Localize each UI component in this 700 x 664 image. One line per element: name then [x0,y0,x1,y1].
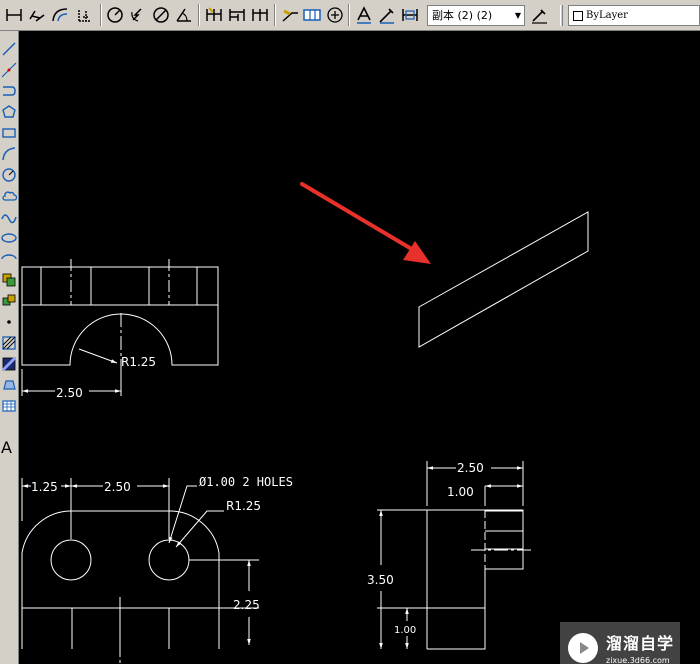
side-overall-height-dimension: 3.50 [367,573,394,587]
front-view [21,259,219,396]
baseline-dimension-icon[interactable] [227,5,247,25]
make-block-icon[interactable] [1,293,17,309]
arc-icon[interactable] [1,146,17,162]
radius-dimension-icon[interactable] [105,5,125,25]
watermark-title: 溜溜自学 [606,634,675,653]
insert-block-icon[interactable] [1,272,17,288]
region-icon[interactable] [1,377,17,393]
red-arrow-annotation [300,182,431,264]
holes-note-label: Ø1.00 2 HOLES [199,475,293,489]
dimension-update-icon[interactable] [400,5,420,25]
drawing-canvas[interactable]: R1.25 2.50 1.25 2.50 Ø1.00 2 HOLES R1.25… [19,31,700,664]
side-slot-width-dimension: 1.00 [447,485,474,499]
top-view [21,478,259,664]
gradient-icon[interactable] [1,356,17,372]
chevron-down-icon: ▼ [514,11,521,20]
quick-leader-icon[interactable] [280,5,300,25]
ellipse-arc-icon[interactable] [1,251,17,267]
dimension-edit-icon[interactable] [354,5,374,25]
watermark-url: zixue.3d66.com [606,656,670,664]
front-radius-label: R1.25 [121,355,156,369]
color-swatch-icon [573,10,583,21]
hatch-icon[interactable] [1,335,17,351]
continue-dimension-icon[interactable] [250,5,270,25]
toolbar-separator [274,4,276,26]
top-radius-label: R1.25 [226,499,261,513]
circle-icon[interactable] [1,167,17,183]
diameter-dimension-icon[interactable] [151,5,171,25]
polyline-icon[interactable] [1,83,17,99]
dimension-style-select[interactable]: 副本 (2) (2) ▼ [427,5,525,26]
layer-select[interactable]: ByLayer [568,5,700,26]
dimension-style-icon[interactable] [530,5,550,25]
jogged-dimension-icon[interactable] [128,5,148,25]
draw-toolbar: A [0,31,19,664]
side-overall-width-dimension: 2.50 [457,461,484,475]
ordinate-dimension-icon[interactable] [75,5,95,25]
dimension-style-value: 副本 (2) (2) [432,9,493,22]
side-base-height-dimension: 1.00 [394,625,416,636]
toolbar-grip[interactable] [560,5,563,26]
dimension-text-edit-icon[interactable] [377,5,397,25]
revision-cloud-icon[interactable] [1,188,17,204]
aligned-dimension-icon[interactable] [27,5,47,25]
angular-dimension-icon[interactable] [174,5,194,25]
toolbar-separator [100,4,102,26]
linear-dimension-icon[interactable] [4,5,24,25]
spline-icon[interactable] [1,209,17,225]
layer-value: ByLayer [586,10,628,21]
point-icon[interactable] [1,314,17,330]
toolbar-separator [198,4,200,26]
top-hole-spacing-dimension: 2.50 [104,480,131,494]
top-left-offset-dimension: 1.25 [31,480,58,494]
parallelogram-shape[interactable] [418,211,589,348]
line-icon[interactable] [1,41,17,57]
dimension-toolbar: 副本 (2) (2) ▼ ByLayer [0,0,700,31]
front-width-dimension: 2.50 [56,386,83,400]
arc-length-icon[interactable] [50,5,70,25]
polygon-icon[interactable] [1,104,17,120]
toolbar-separator [348,4,350,26]
quick-dimension-icon[interactable] [204,5,224,25]
ellipse-icon[interactable] [1,230,17,246]
top-height-dimension: 2.25 [233,598,260,612]
tolerance-icon[interactable] [302,5,322,25]
table-icon[interactable] [1,398,17,414]
construction-line-icon[interactable] [1,62,17,78]
rectangle-icon[interactable] [1,125,17,141]
play-logo-icon [568,633,598,663]
multiline-text-icon[interactable]: A [1,440,12,456]
watermark: 溜溜自学 zixue.3d66.com [560,622,680,664]
center-mark-icon[interactable] [325,5,345,25]
